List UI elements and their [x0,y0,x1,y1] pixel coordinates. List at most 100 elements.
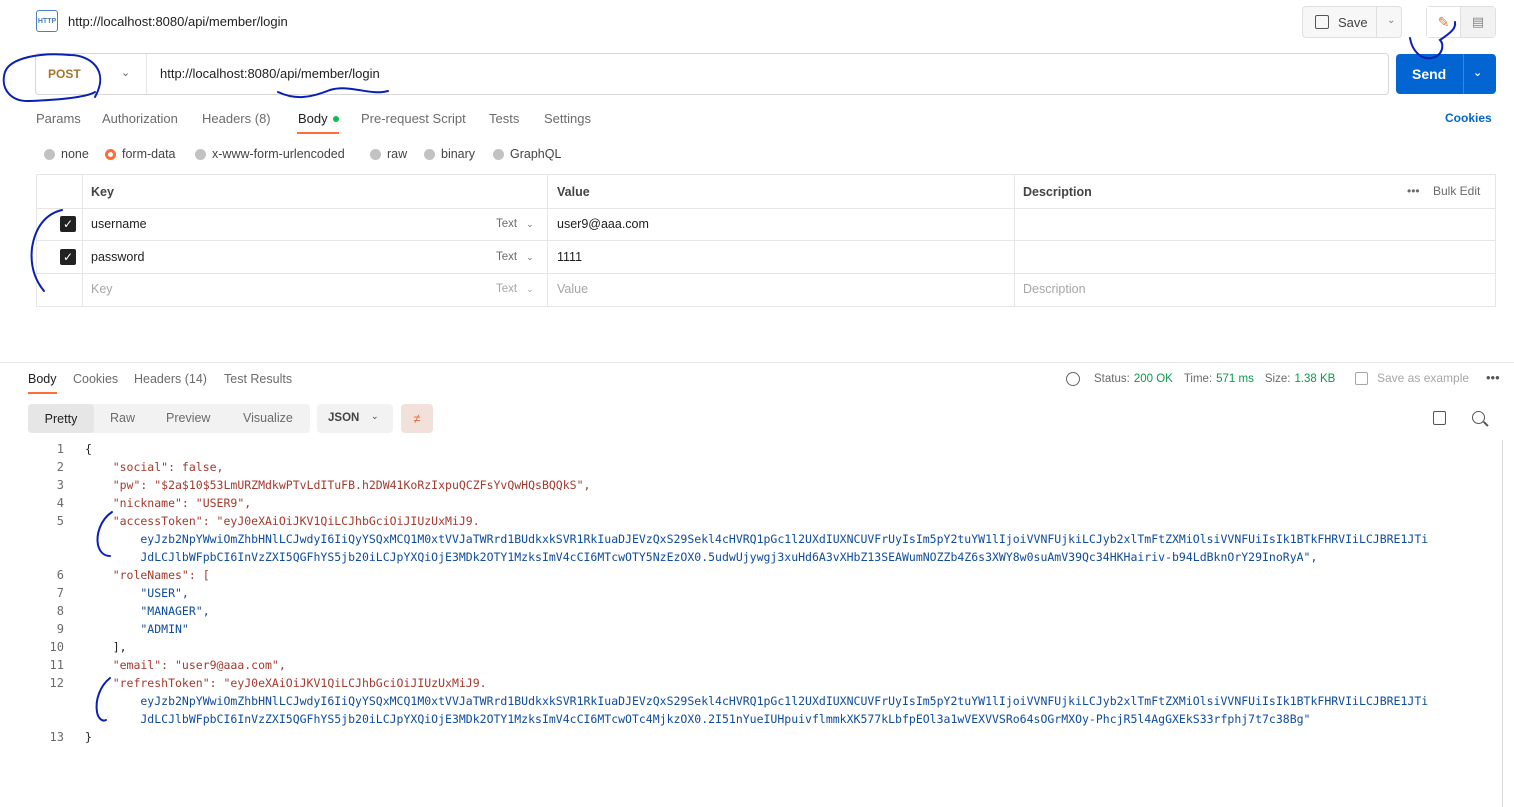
chevron-down-icon[interactable]: ⌄ [121,66,130,79]
line-number: 5 [56,514,64,528]
wrap-lines-icon[interactable]: ≠ [401,404,433,433]
view-raw-button[interactable]: Raw [110,411,135,425]
radio-x-www-form-urlencoded[interactable]: x-www-form-urlencoded [195,147,345,161]
line-number: 13 [49,730,64,744]
new-description-input[interactable]: Description [1023,282,1086,296]
response-tab-headers[interactable]: Headers (14) [134,372,207,386]
param-value[interactable]: user9@aaa.com [557,217,649,231]
row-divider [37,240,1495,241]
response-tab-test-results[interactable]: Test Results [224,372,292,386]
new-type-select[interactable]: Text ⌄ [496,283,534,295]
row-divider [37,273,1495,274]
send-button[interactable]: Send ⌄ [1396,54,1496,94]
chevron-down-icon: ⌄ [526,219,534,229]
url-divider [146,54,147,94]
pencil-icon[interactable]: ✎ [1427,7,1461,37]
globe-icon[interactable] [1066,372,1080,386]
param-value[interactable]: 1111 [557,250,582,264]
comment-icon[interactable]: ▤ [1461,7,1495,37]
line-number: 8 [56,604,64,618]
tab-body[interactable]: Body [298,111,339,126]
tab-pre-request-script[interactable]: Pre-request Script [361,111,466,126]
tab-headers[interactable]: Headers (8) [202,111,271,126]
tab-authorization[interactable]: Authorization [102,111,178,126]
size-value[interactable]: 1.38 KB [1294,373,1335,385]
code-line: eyJzb2NpYWwiOmZhbHNlLCJwdyI6IiQyYSQxMCQ1… [85,694,1429,708]
radio-label: GraphQL [510,147,562,161]
code-line: "nickname": "USER9", [85,496,252,510]
save-button[interactable]: Save ⌄ [1302,6,1402,38]
radio-label: none [61,147,89,161]
column-header-value: Value [557,185,590,199]
method-select[interactable]: POST [48,67,81,81]
copy-icon[interactable] [1433,411,1446,425]
row-checkbox[interactable]: ✓ [60,249,76,265]
time-value[interactable]: 571 ms [1216,373,1254,385]
radio-raw[interactable]: raw [370,147,407,161]
view-preview-button[interactable]: Preview [166,411,210,425]
radio-none[interactable]: none [44,147,89,161]
code-line: "ADMIN" [85,622,189,636]
http-icon-text: HTTP [37,17,57,25]
line-number: 2 [56,460,64,474]
radio-dot [493,148,504,160]
radio-label: binary [441,147,476,161]
code-line: eyJzb2NpYWwiOmZhbHNlLCJwdyI6IiQyYSQxMCQ1… [85,532,1429,546]
format-select[interactable]: JSON ⌄ [317,404,393,433]
save-as-example-button[interactable]: Save as example [1355,371,1469,385]
tab-params[interactable]: Params [36,111,81,126]
param-type: Text [496,251,518,263]
tab-tests[interactable]: Tests [489,111,519,126]
radio-label: raw [387,147,408,161]
radio-dot-selected [105,148,116,160]
line-number: 4 [56,496,64,510]
view-visualize-button[interactable]: Visualize [243,411,293,425]
row-checkbox[interactable]: ✓ [60,216,76,232]
send-label: Send [1412,66,1447,82]
cookies-link[interactable]: Cookies [1445,111,1492,125]
radio-label: form-data [122,147,176,161]
save-icon [1315,15,1329,29]
line-number: 10 [49,640,64,654]
search-icon[interactable] [1472,411,1485,424]
code-line: "USER", [85,586,189,600]
response-divider[interactable] [0,362,1514,363]
view-pretty-button[interactable]: Pretty [28,404,94,433]
param-key[interactable]: password [91,250,145,264]
status-value[interactable]: 200 OK [1134,373,1173,385]
chevron-down-icon[interactable]: ⌄ [1473,66,1482,79]
radio-dot [424,148,435,160]
column-header-key: Key [91,185,114,199]
http-request-icon: HTTP [36,10,58,32]
tab-body-label: Body [298,111,328,126]
param-key[interactable]: username [91,217,147,231]
chevron-down-icon[interactable]: ⌄ [1387,15,1395,26]
line-number: 1 [56,442,64,456]
param-type: Text [496,218,518,230]
more-options-icon[interactable]: ••• [1486,370,1500,385]
code-line: } [85,730,92,744]
vertical-scrollbar[interactable] [1502,440,1503,807]
code-line: "email": "user9@aaa.com", [85,658,286,672]
radio-graphql[interactable]: GraphQL [493,147,561,161]
chevron-down-icon: ⌄ [371,411,379,421]
request-title[interactable]: http://localhost:8080/api/member/login [68,14,288,29]
response-body-editor[interactable]: 1 2 3 4 5 6 7 8 9 10 11 12 13 { "social"… [0,440,1514,807]
code-line: "social": false, [85,460,224,474]
radio-binary[interactable]: binary [424,147,475,161]
radio-form-data[interactable]: form-data [105,147,176,161]
new-value-input[interactable]: Value [557,282,588,296]
new-key-input[interactable]: Key [91,282,113,296]
chevron-down-icon: ⌄ [526,284,534,294]
code-line: "MANAGER", [85,604,210,618]
bulk-edit-button[interactable]: Bulk Edit [1433,184,1480,198]
more-options-icon[interactable]: ••• [1407,184,1420,198]
url-input[interactable]: http://localhost:8080/api/member/login [160,66,380,81]
param-type-select[interactable]: Text ⌄ [496,218,534,230]
tab-settings[interactable]: Settings [544,111,591,126]
response-tab-cookies[interactable]: Cookies [73,372,118,386]
radio-dot [195,148,206,160]
param-type-select[interactable]: Text ⌄ [496,251,534,263]
save-label: Save [1338,14,1368,30]
response-tab-body[interactable]: Body [28,372,57,386]
